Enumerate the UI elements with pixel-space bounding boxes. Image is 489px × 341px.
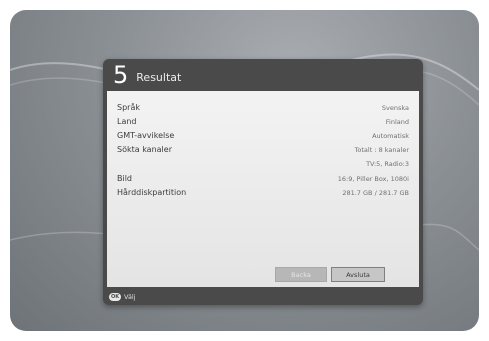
tv-screen: 5 Resultat Språk Svenska Land Finland GM… (10, 10, 479, 331)
step-number: 5 (113, 61, 129, 89)
result-row-country: Land Finland (117, 117, 409, 129)
footer-select-label: Välj (124, 293, 136, 301)
row-value: Svenska (381, 104, 409, 112)
row-value: Finland (385, 118, 409, 126)
result-row-hdd-partition: Hårddiskpartition 281.7 GB / 281.7 GB (117, 188, 409, 200)
row-label: Språk (117, 103, 140, 112)
row-label: Sökta kanaler (117, 145, 172, 154)
result-row-channels-breakdown: TV:5, Radio:3 (117, 159, 409, 171)
back-button[interactable]: Backa (275, 267, 327, 282)
ok-key-icon: OK (109, 293, 121, 301)
setup-result-dialog: 5 Resultat Språk Svenska Land Finland GM… (103, 59, 423, 305)
result-row-channels: Sökta kanaler Totalt : 8 kanaler (117, 145, 409, 157)
row-label: Hårddiskpartition (117, 188, 187, 197)
row-value: TV:5, Radio:3 (366, 160, 409, 168)
dialog-title: Resultat (136, 70, 182, 84)
finish-button[interactable]: Avsluta (331, 267, 385, 282)
dialog-footer: OK Välj (107, 291, 419, 303)
dialog-header: 5 Resultat (107, 63, 419, 87)
result-row-language: Språk Svenska (117, 103, 409, 115)
row-value: Automatisk (372, 132, 409, 140)
row-value: 281.7 GB / 281.7 GB (342, 189, 409, 197)
result-row-picture: Bild 16:9, Piller Box, 1080i (117, 174, 409, 186)
row-value: 16:9, Piller Box, 1080i (337, 175, 409, 183)
result-panel: Språk Svenska Land Finland GMT-avvikelse… (107, 91, 419, 287)
row-value: Totalt : 8 kanaler (354, 146, 409, 154)
row-label: Bild (117, 174, 133, 183)
row-label: GMT-avvikelse (117, 131, 175, 140)
result-row-gmt-offset: GMT-avvikelse Automatisk (117, 131, 409, 143)
row-label: Land (117, 117, 137, 126)
